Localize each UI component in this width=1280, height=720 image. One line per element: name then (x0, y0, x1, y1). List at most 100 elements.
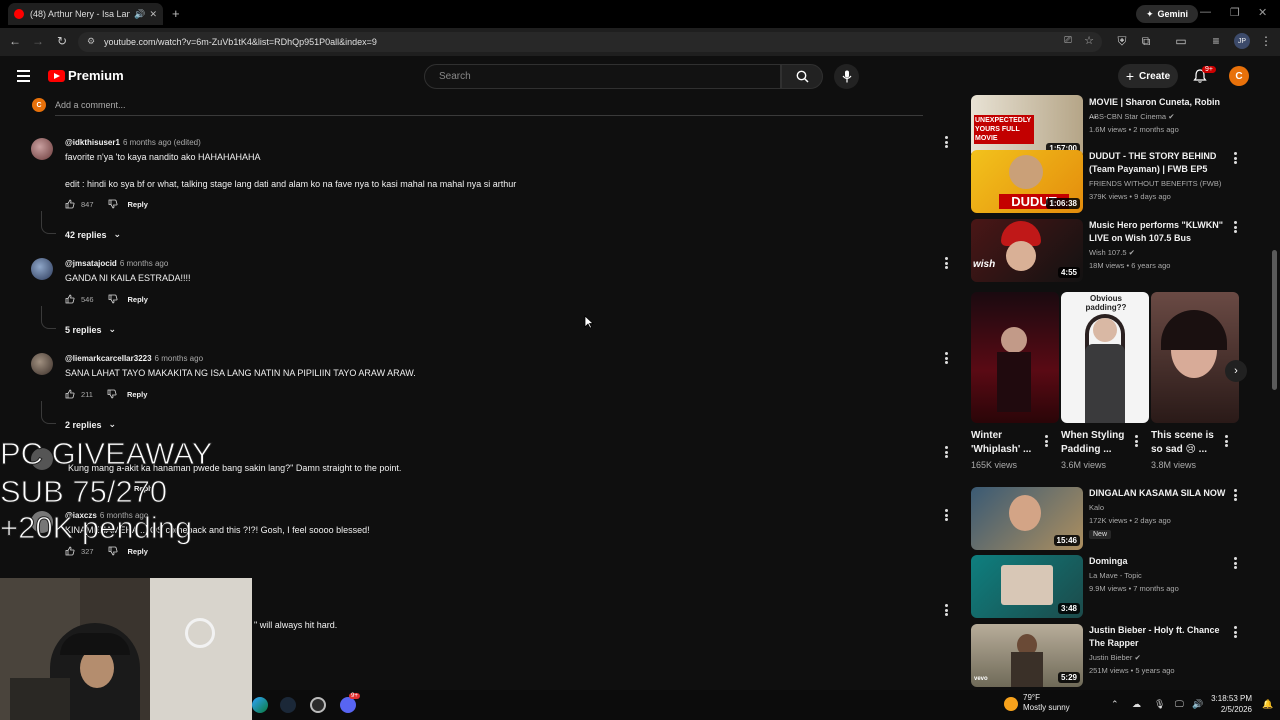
dislike-icon[interactable] (107, 389, 117, 399)
comment-actions: 546 Reply (65, 294, 148, 304)
comment-more-icon[interactable] (945, 136, 949, 148)
minimize-icon[interactable]: — (1200, 6, 1211, 18)
replies-count: 42 replies (65, 229, 107, 240)
comment-more-icon[interactable] (945, 352, 949, 364)
address-bar[interactable]: ⚙ youtube.com/watch?v=6m-ZuVb1tK4&list=R… (78, 32, 1102, 52)
short-more-icon[interactable] (1045, 435, 1049, 447)
comment-more-icon[interactable] (945, 446, 949, 458)
video-more-icon[interactable] (1234, 152, 1238, 164)
short-views: 3.6M views (1061, 460, 1107, 470)
system-clock[interactable]: 3:18:53 PM 2/5/2026 (1208, 693, 1252, 715)
comment-author[interactable]: @idkthisuser1 6 months ago (edited) (65, 138, 201, 147)
video-title: DINGALAN KASAMA SILA NOW (1089, 488, 1226, 498)
channel-name[interactable]: ABS-CBN Star Cinema ✔ (1089, 112, 1175, 121)
dislike-icon[interactable] (108, 294, 118, 304)
search-button[interactable] (781, 64, 823, 89)
channel-name[interactable]: Wish 107.5 ✔ (1089, 248, 1135, 257)
video-thumbnail[interactable]: wish 4:55 (971, 219, 1083, 282)
like-icon[interactable] (65, 389, 75, 399)
video-more-icon[interactable] (1234, 626, 1238, 638)
account-avatar[interactable]: C (1229, 66, 1249, 86)
reply-button[interactable]: Reply (128, 547, 148, 556)
video-more-icon[interactable] (1234, 557, 1238, 569)
create-button[interactable]: + Create (1118, 64, 1178, 88)
reply-button[interactable]: Reply (128, 200, 148, 209)
youtube-favicon-icon (14, 9, 24, 19)
short-thumbnail[interactable] (971, 292, 1059, 423)
maximize-icon[interactable]: ❐ (1230, 6, 1240, 19)
volume-icon[interactable]: 🔊 (1192, 699, 1203, 710)
reload-icon[interactable]: ↻ (54, 34, 70, 48)
onedrive-icon[interactable]: ☁ (1132, 699, 1141, 710)
close-window-icon[interactable]: ✕ (1258, 6, 1267, 19)
channel-name[interactable]: La Mave - Topic (1089, 571, 1142, 580)
extensions-icon[interactable]: ⧉ (1138, 34, 1154, 49)
comment-author[interactable]: @liemarkcarcellar3223 6 months ago (65, 354, 203, 363)
new-tab-icon[interactable]: + (172, 6, 180, 21)
view-replies-toggle[interactable]: 5 replies ⌄ (40, 306, 116, 335)
search-input[interactable]: Search (424, 64, 781, 89)
shorts-next-chevron-icon[interactable]: › (1225, 360, 1247, 382)
discord-icon[interactable] (340, 697, 356, 713)
commenter-avatar (31, 138, 53, 160)
comment-more-icon[interactable] (945, 257, 949, 269)
view-replies-toggle[interactable]: 42 replies ⌄ (40, 211, 121, 240)
edge-icon[interactable] (252, 697, 268, 713)
like-icon[interactable] (65, 294, 75, 304)
video-thumbnail[interactable]: 3:48 (971, 555, 1083, 618)
site-info-icon[interactable]: ⚙ (87, 36, 95, 47)
reply-button[interactable]: Reply (128, 295, 148, 304)
page-scrollbar-thumb[interactable] (1272, 250, 1277, 390)
hamburger-menu-icon[interactable] (17, 70, 30, 85)
close-tab-icon[interactable]: ✕ (149, 9, 157, 20)
video-thumbnail[interactable]: DUDUT 1:06:38 (971, 150, 1083, 213)
video-thumbnail[interactable]: 15:46 (971, 487, 1083, 550)
gemini-button[interactable]: ✦ Gemini (1135, 5, 1198, 23)
channel-name[interactable]: Justin Bieber ✔ (1089, 653, 1141, 662)
split-view-icon[interactable]: ▭ (1173, 34, 1189, 48)
comment-author[interactable]: @jmsatajocid 6 months ago (65, 259, 168, 268)
like-icon[interactable] (65, 546, 75, 556)
short-more-icon[interactable] (1225, 435, 1229, 447)
tray-overflow-chevron-icon[interactable]: ⌃ (1111, 699, 1119, 710)
add-comment-row[interactable]: C Add a comment... (32, 98, 126, 112)
video-duration: 5:29 (1057, 672, 1080, 683)
reply-button[interactable]: Reply (127, 390, 147, 399)
weather-widget[interactable]: 79°F Mostly sunny (1023, 693, 1070, 713)
dislike-icon[interactable] (108, 546, 118, 556)
like-icon[interactable] (65, 199, 75, 209)
short-thumbnail[interactable] (1151, 292, 1239, 423)
channel-name[interactable]: Kalo (1089, 503, 1104, 512)
comment-more-icon[interactable] (945, 509, 949, 521)
short-thumbnail[interactable]: Obvious padding?? (1061, 292, 1149, 423)
profile-avatar[interactable]: JP (1234, 33, 1250, 49)
channel-name[interactable]: FRIENDS WITHOUT BENEFITS (FWB) (1089, 179, 1221, 188)
tab-search-icon[interactable]: ≡ (1208, 34, 1224, 48)
plus-icon: + (1125, 68, 1135, 84)
comment-more-icon[interactable] (945, 604, 949, 616)
short-more-icon[interactable] (1135, 435, 1139, 447)
voice-search-button[interactable] (834, 64, 859, 89)
dislike-icon[interactable] (108, 199, 118, 209)
notification-center-icon[interactable]: 🔔 (1262, 699, 1273, 710)
video-more-icon[interactable] (1234, 221, 1238, 233)
forward-icon[interactable]: → (30, 34, 46, 48)
obs-icon[interactable] (310, 697, 326, 713)
browser-menu-icon[interactable]: ⋮ (1258, 34, 1274, 48)
video-thumbnail[interactable]: vevo 5:29 (971, 624, 1083, 687)
browser-tab[interactable]: (48) Arthur Nery - Isa Lang 🔊 ✕ (8, 3, 163, 25)
install-icon[interactable]: ⎚ (1064, 35, 1072, 46)
steam-icon[interactable] (280, 697, 296, 713)
video-thumbnail[interactable]: UNEXPECTEDLY YOURS FULL MOVIE 1:57:00 (971, 95, 1083, 158)
back-icon[interactable]: ← (7, 34, 23, 48)
microphone-tray-icon[interactable]: 🎙 (1154, 699, 1165, 710)
view-replies-toggle[interactable]: 2 replies ⌄ (40, 401, 116, 430)
bookmark-star-icon[interactable]: ☆ (1084, 34, 1094, 47)
speaker-icon[interactable]: 🔊 (134, 9, 145, 20)
youtube-premium-logo[interactable]: Premium (48, 68, 124, 83)
video-more-icon[interactable] (1234, 489, 1238, 501)
shield-icon[interactable]: ⛨ (1114, 34, 1130, 49)
notification-count-badge: 9+ (1202, 66, 1216, 73)
replies-count: 2 replies (65, 419, 102, 430)
network-icon[interactable]: 🖵 (1175, 699, 1184, 710)
